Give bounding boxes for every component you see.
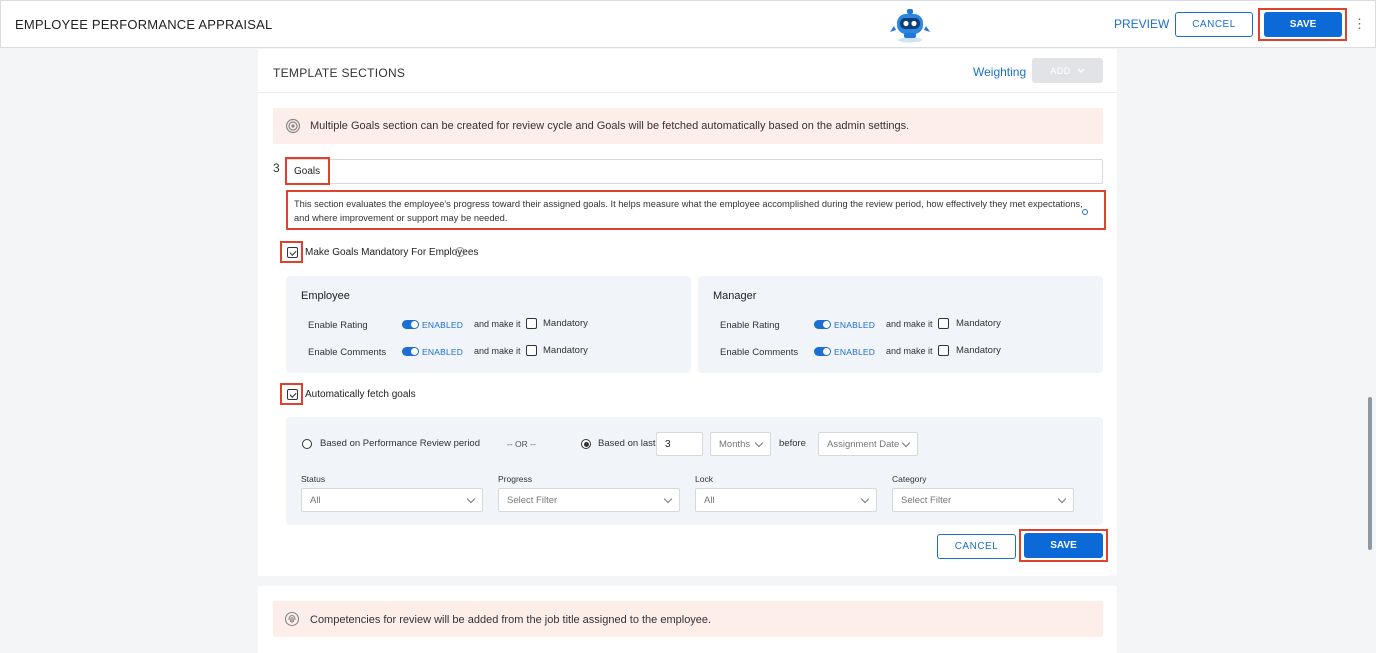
- chevron-down-icon: [1077, 68, 1085, 73]
- scrollbar-thumb[interactable]: [1368, 397, 1372, 550]
- unit-select[interactable]: Months: [710, 432, 771, 456]
- manager-rating-makeit: and make it: [886, 319, 933, 329]
- competencies-info-banner: Competencies for review will be added fr…: [273, 601, 1103, 637]
- grammar-assist-icon[interactable]: [1082, 209, 1088, 215]
- period-radio-label: Based on Performance Review period: [320, 438, 481, 449]
- last-count-input[interactable]: 3: [656, 432, 703, 456]
- chevron-down-icon: [466, 494, 476, 504]
- manager-rating-label: Enable Rating: [720, 320, 780, 331]
- goals-info-text: Multiple Goals section can be created fo…: [310, 120, 910, 132]
- status-filter-value: All: [310, 495, 321, 506]
- category-filter-select[interactable]: Select Filter: [892, 488, 1074, 512]
- section-cancel-button[interactable]: CANCEL: [937, 534, 1016, 559]
- add-label: ADD: [1050, 65, 1071, 76]
- section-description-text: This section evaluates the employee's pr…: [294, 199, 1083, 223]
- mandatory-label: Make Goals Mandatory For Employees: [305, 247, 479, 258]
- date-select[interactable]: Assignment Date: [818, 432, 918, 456]
- employee-comments-label: Enable Comments: [308, 347, 387, 358]
- before-text: before: [779, 438, 806, 449]
- last-radio-label: Based on last: [598, 438, 656, 449]
- chevron-down-icon: [860, 494, 870, 504]
- manager-comments-toggle[interactable]: [814, 347, 831, 356]
- manager-comments-mandatory-label: Mandatory: [956, 345, 1001, 356]
- manager-rating-enabled: ENABLED: [834, 320, 876, 330]
- employee-title: Employee: [301, 290, 350, 302]
- lock-filter-label: Lock: [695, 474, 713, 484]
- section-number: 3: [273, 161, 280, 175]
- employee-comments-enabled: ENABLED: [422, 347, 464, 357]
- robot-logo-icon: [888, 6, 932, 44]
- sections-title: TEMPLATE SECTIONS: [273, 66, 406, 80]
- progress-filter-value: Select Filter: [507, 495, 558, 506]
- chevron-down-icon: [663, 494, 673, 504]
- manager-comments-makeit: and make it: [886, 346, 933, 356]
- manager-comments-label: Enable Comments: [720, 347, 799, 358]
- employee-rating-makeit: and make it: [474, 319, 521, 329]
- employee-comments-mandatory-label: Mandatory: [543, 345, 588, 356]
- auto-fetch-checkbox[interactable]: [287, 389, 298, 400]
- last-radio[interactable]: [581, 439, 591, 449]
- auto-fetch-label: Automatically fetch goals: [305, 389, 416, 400]
- manager-rating-mandatory-checkbox[interactable]: [938, 318, 949, 329]
- employee-comments-mandatory-checkbox[interactable]: [526, 345, 537, 356]
- period-radio[interactable]: [302, 439, 312, 449]
- chevron-down-icon: [754, 438, 764, 448]
- employee-rating-label: Enable Rating: [308, 320, 368, 331]
- section-title-value: Goals: [294, 166, 321, 177]
- info-icon[interactable]: i: [455, 247, 465, 257]
- vertical-ellipsis-icon[interactable]: ⋮: [1353, 17, 1366, 31]
- manager-rating-mandatory-label: Mandatory: [956, 318, 1001, 329]
- header-divider: [258, 92, 1117, 93]
- employee-rating-mandatory-checkbox[interactable]: [526, 318, 537, 329]
- target-icon: [285, 118, 301, 134]
- cancel-button[interactable]: CANCEL: [1175, 12, 1253, 37]
- section-title-input[interactable]: [286, 159, 1103, 184]
- page-title: EMPLOYEE PERFORMANCE APPRAISAL: [15, 17, 273, 32]
- competencies-info-text: Competencies for review will be added fr…: [310, 614, 712, 626]
- manager-rating-toggle[interactable]: [814, 320, 831, 329]
- or-separator: -- OR --: [507, 439, 536, 449]
- employee-rating-enabled: ENABLED: [422, 320, 464, 330]
- lock-filter-select[interactable]: All: [695, 488, 877, 512]
- save-button[interactable]: SAVE: [1264, 12, 1342, 37]
- manager-comments-mandatory-checkbox[interactable]: [938, 345, 949, 356]
- chevron-down-icon: [901, 438, 911, 448]
- manager-title: Manager: [713, 290, 757, 302]
- employee-comments-toggle[interactable]: [402, 347, 419, 356]
- status-filter-select[interactable]: All: [301, 488, 483, 512]
- progress-filter-label: Progress: [498, 474, 533, 484]
- lock-filter-value: All: [704, 495, 715, 506]
- preview-link[interactable]: PREVIEW: [1114, 17, 1169, 31]
- employee-rating-mandatory-label: Mandatory: [543, 318, 588, 329]
- employee-comments-makeit: and make it: [474, 346, 521, 356]
- chevron-down-icon: [1057, 494, 1067, 504]
- goals-info-banner: Multiple Goals section can be created fo…: [273, 108, 1103, 144]
- category-filter-label: Category: [892, 474, 927, 484]
- status-filter-label: Status: [301, 474, 326, 484]
- add-button[interactable]: ADD: [1032, 58, 1103, 83]
- fingerprint-icon: [284, 611, 300, 627]
- manager-comments-enabled: ENABLED: [834, 347, 876, 357]
- mandatory-checkbox[interactable]: [287, 247, 298, 258]
- weighting-link[interactable]: Weighting: [973, 65, 1026, 79]
- progress-filter-select[interactable]: Select Filter: [498, 488, 680, 512]
- category-filter-value: Select Filter: [901, 495, 952, 506]
- employee-rating-toggle[interactable]: [402, 320, 419, 329]
- section-save-button[interactable]: SAVE: [1024, 533, 1103, 558]
- unit-select-value: Months: [719, 439, 751, 450]
- date-select-value: Assignment Date: [827, 439, 900, 450]
